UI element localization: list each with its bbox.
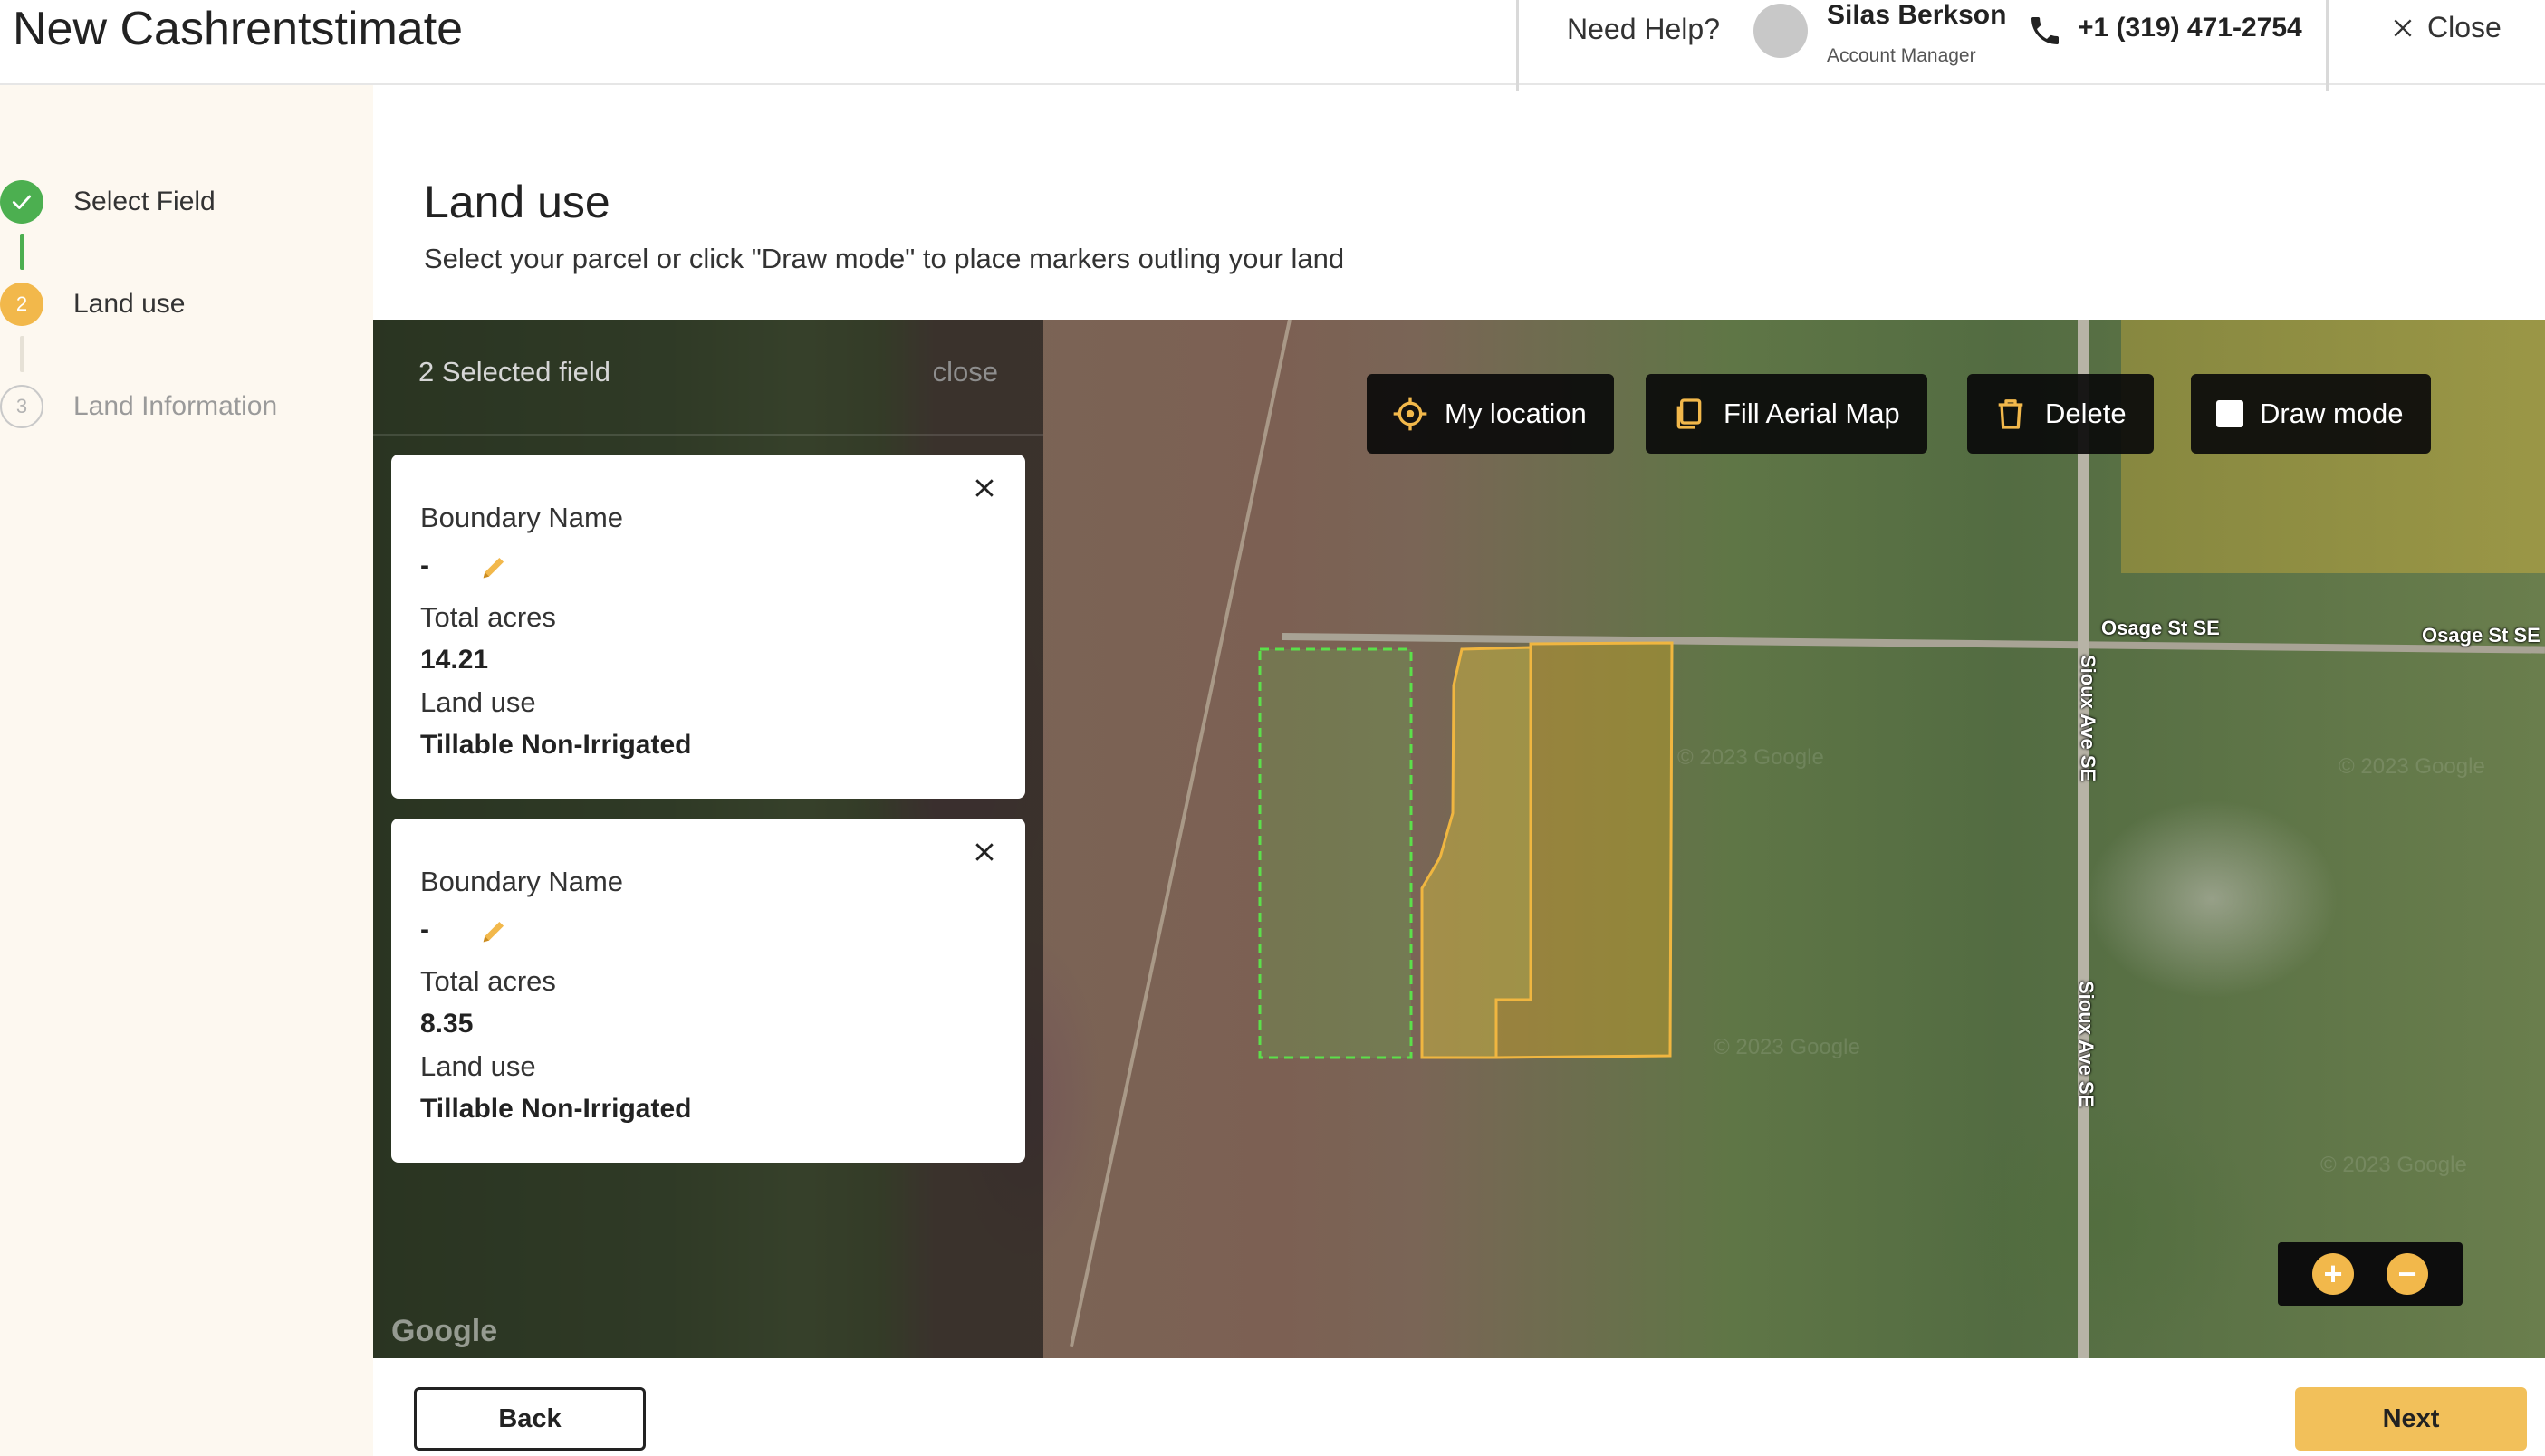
total-acres-label: Total acres	[420, 965, 556, 997]
next-button[interactable]: Next	[2295, 1387, 2527, 1451]
close-label: Close	[2427, 11, 2502, 43]
selected-field-boundary-1	[1420, 646, 1532, 1059]
road-label: Osage St SE	[2422, 624, 2540, 647]
land-use-value: Tillable Non-Irrigated	[420, 730, 692, 760]
close-icon[interactable]	[971, 838, 998, 866]
zoom-controls: + −	[2278, 1242, 2463, 1306]
step-number-badge: 3	[0, 385, 43, 428]
fill-aerial-map-label: Fill Aerial Map	[1724, 398, 1900, 429]
total-acres-value: 14.21	[420, 645, 489, 675]
map-watermark: © 2023 Google	[2339, 754, 2485, 779]
delete-label: Delete	[2045, 398, 2127, 429]
avatar	[1753, 4, 1808, 58]
header-divider	[1516, 0, 1519, 91]
page-subtitle: Select your parcel or click "Draw mode" …	[424, 243, 1345, 274]
zoom-out-button[interactable]: −	[2387, 1253, 2428, 1295]
boundary-name-label: Boundary Name	[420, 866, 624, 897]
selected-count: 2 Selected field	[418, 356, 610, 388]
land-use-label: Land use	[420, 686, 536, 718]
road-label: Osage St SE	[2101, 617, 2220, 639]
draw-mode-checkbox[interactable]	[2216, 400, 2243, 427]
boundary-name-value: -	[420, 915, 429, 944]
step-land-information[interactable]: 3 Land Information	[0, 385, 277, 428]
selected-fields-header: 2 Selected field close	[373, 320, 1043, 436]
step-label: Land Information	[73, 391, 278, 421]
google-attribution: Google	[391, 1314, 498, 1348]
panel-close-link[interactable]: close	[933, 356, 998, 388]
total-acres-value: 8.35	[420, 1009, 474, 1039]
close-icon[interactable]	[971, 474, 998, 502]
delete-button[interactable]: Delete	[1967, 374, 2154, 454]
total-acres-label: Total acres	[420, 601, 556, 633]
my-location-button[interactable]: My location	[1367, 374, 1614, 454]
land-use-label: Land use	[420, 1050, 536, 1082]
close-button[interactable]: Close	[2391, 11, 2502, 44]
unselected-parcel-boundary	[1258, 647, 1413, 1059]
back-button[interactable]: Back	[414, 1387, 646, 1451]
field-card: Boundary Name - Total acres 14.21 Land u…	[391, 455, 1025, 799]
step-complete-badge	[0, 180, 43, 224]
account-manager-role: Account Manager	[1827, 45, 1976, 66]
draw-mode-label: Draw mode	[2260, 398, 2404, 429]
step-label: Select Field	[73, 187, 216, 216]
step-label: Land use	[73, 289, 186, 319]
page-title: Land use	[424, 177, 610, 227]
boundary-name-value: -	[420, 551, 429, 580]
map-watermark: © 2023 Google	[1714, 1035, 1860, 1059]
my-location-label: My location	[1445, 398, 1587, 429]
copy-icon	[1676, 398, 1702, 429]
road-label: Sioux Ave SE	[2077, 655, 2099, 782]
trash-icon	[1998, 399, 2023, 429]
progress-stepper: Select Field 2 Land use 3 Land Informati…	[0, 85, 373, 1456]
map-watermark: © 2023 Google	[1677, 745, 1824, 770]
top-header: New Cashrentstimate Need Help? Silas Ber…	[0, 0, 2545, 91]
road-label: Sioux Ave SE	[2075, 981, 2098, 1108]
pencil-icon[interactable]	[478, 916, 509, 947]
draw-mode-toggle[interactable]: Draw mode	[2191, 374, 2431, 454]
step-select-field[interactable]: Select Field	[0, 180, 216, 224]
close-icon	[2394, 18, 2412, 37]
need-help-label: Need Help?	[1567, 13, 1720, 45]
header-divider	[2326, 0, 2329, 91]
crosshair-icon	[1393, 397, 1427, 431]
phone-icon[interactable]	[2027, 13, 2063, 49]
phone-number[interactable]: +1 (319) 471-2754	[2078, 13, 2302, 43]
app-title: New Cashrentstimate	[13, 3, 464, 55]
step-connector	[20, 234, 24, 270]
step-number-badge: 2	[0, 283, 43, 326]
check-icon	[12, 195, 32, 209]
pencil-icon[interactable]	[478, 552, 509, 583]
fill-aerial-map-button[interactable]: Fill Aerial Map	[1646, 374, 1927, 454]
zoom-in-button[interactable]: +	[2312, 1253, 2354, 1295]
step-connector	[20, 336, 24, 372]
account-manager-name: Silas Berkson	[1827, 0, 2007, 30]
field-card: Boundary Name - Total acres 8.35 Land us…	[391, 819, 1025, 1163]
map-watermark: © 2023 Google	[2320, 1153, 2467, 1177]
boundary-name-label: Boundary Name	[420, 502, 624, 533]
land-use-value: Tillable Non-Irrigated	[420, 1094, 692, 1124]
step-land-use[interactable]: 2 Land use	[0, 283, 185, 326]
